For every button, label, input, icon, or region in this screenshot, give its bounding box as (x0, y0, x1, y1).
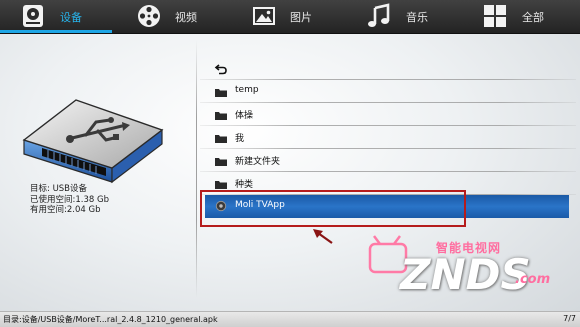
file-name: 体操 (235, 111, 254, 121)
tab-pictures[interactable]: 图片 (246, 0, 336, 33)
file-name: temp (235, 85, 259, 95)
film-reel-icon (138, 5, 160, 27)
watermark-logo: ZNDS (400, 250, 531, 299)
tab-music[interactable]: 音乐 (362, 0, 452, 33)
folder-icon (215, 89, 227, 97)
folder-icon (215, 135, 227, 143)
back-arrow-icon (214, 64, 227, 75)
file-name: 种类 (235, 180, 254, 190)
watermark-suffix: .com (515, 272, 551, 287)
folder-icon (215, 112, 227, 120)
top-tab-bar: 设备 视频 图片 音乐 全部 (0, 0, 580, 34)
page-indicator: 7/7 (563, 314, 576, 323)
tab-video[interactable]: 视频 (128, 0, 218, 33)
folder-icon (215, 158, 227, 166)
grid-icon (484, 5, 506, 27)
device-name: 目标: USB设备 (30, 184, 88, 194)
list-item[interactable]: 体操 (200, 103, 578, 126)
list-item[interactable]: temp (200, 80, 578, 103)
tab-all[interactable]: 全部 (480, 0, 576, 33)
file-name: 我 (235, 134, 245, 144)
used-space: 已使用空间:1.38 Gb (30, 194, 109, 205)
picture-icon (253, 7, 275, 25)
tab-label: 设备 (60, 11, 82, 24)
status-bar: 目录:设备/USB设备/MoreT...ral_2.4.8_1210_gener… (0, 311, 580, 327)
tab-label: 视频 (175, 11, 197, 24)
annotation-arrow-icon (313, 229, 333, 244)
file-list: temp 体操 我 新建文件夹 种类 Moli TVApp (200, 57, 578, 218)
usb-drive-icon (22, 99, 164, 184)
highlight-box (200, 190, 466, 227)
folder-icon (215, 181, 227, 189)
panel-divider (196, 40, 197, 298)
tab-label: 全部 (522, 11, 544, 24)
file-name: 新建文件夹 (235, 157, 281, 167)
list-item[interactable]: 新建文件夹 (200, 149, 578, 172)
current-path: 目录:设备/USB设备/MoreT...ral_2.4.8_1210_gener… (3, 315, 218, 324)
tab-label: 音乐 (406, 11, 428, 24)
tab-device[interactable]: 设备 (0, 0, 112, 33)
hard-drive-icon (23, 5, 43, 27)
music-note-icon (368, 3, 390, 27)
list-item-back[interactable] (200, 57, 578, 80)
list-item[interactable]: 我 (200, 126, 578, 149)
device-info: 目标: USB设备 已使用空间:1.38 Gb 有用空间:2.04 Gb (30, 184, 109, 216)
device-panel: 目标: USB设备 已使用空间:1.38 Gb 有用空间:2.04 Gb (0, 34, 196, 311)
tab-label: 图片 (290, 11, 312, 24)
free-space: 有用空间:2.04 Gb (30, 205, 101, 215)
